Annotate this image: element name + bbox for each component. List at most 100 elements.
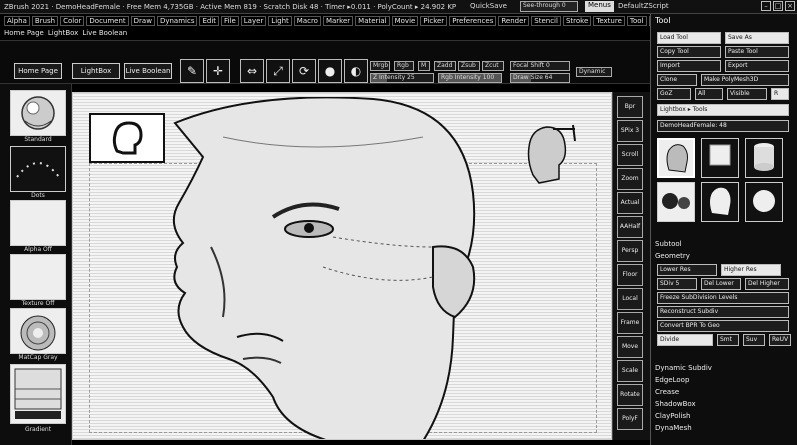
right-shelf-button[interactable]: Bpr [617, 96, 643, 118]
clone-button[interactable]: Clone [657, 74, 697, 86]
menu-item[interactable]: Marker [322, 15, 354, 26]
export-button[interactable]: Export [725, 60, 789, 72]
quicksave-button[interactable]: QuickSave [470, 2, 507, 10]
mrgb-toggle[interactable]: Mrgb [370, 61, 390, 71]
del-lower-button[interactable]: Del Lower [701, 278, 741, 290]
lightbox-button[interactable]: LightBox [72, 63, 120, 79]
current-tool-slider[interactable]: DemoHeadFemale: 48 [657, 120, 789, 132]
menu-item[interactable]: Layer [240, 15, 267, 26]
right-shelf-button[interactable]: Floor [617, 264, 643, 286]
right-shelf-button[interactable]: Rotate [617, 384, 643, 406]
menu-item[interactable]: Tool [626, 15, 647, 26]
dynamic-subdiv-header[interactable]: Dynamic Subdiv [655, 364, 712, 372]
import-button[interactable]: Import [657, 60, 721, 72]
shadowbox-header[interactable]: ShadowBox [655, 400, 696, 408]
focal-shift-slider[interactable]: Focal Shift 0 [510, 61, 570, 71]
alpha-thumbnail[interactable] [10, 200, 66, 246]
tool-thumb-polysphere[interactable] [745, 182, 783, 222]
texture-thumbnail[interactable] [10, 254, 66, 300]
menu-item[interactable]: Brush [31, 15, 59, 26]
right-shelf-button[interactable]: Persp [617, 240, 643, 262]
freeze-subdiv-button[interactable]: Freeze SubDivision Levels [657, 292, 789, 304]
tool-thumb-demohead[interactable] [657, 138, 695, 178]
higher-res-button[interactable]: Higher Res [721, 264, 781, 276]
visible-button[interactable]: Visible [727, 88, 767, 100]
zcut-toggle[interactable]: Zcut [482, 61, 504, 71]
menu-item[interactable]: File [221, 15, 239, 26]
menu-item[interactable]: Movie [391, 15, 419, 26]
menu-item[interactable]: Preferences [449, 15, 497, 26]
menu-item[interactable]: Stroke [562, 15, 592, 26]
rotate-mode-button[interactable]: ⟳ [292, 59, 316, 83]
right-shelf-button[interactable]: SPix 3 [617, 120, 643, 142]
dynamesh-header[interactable]: DynaMesh [655, 424, 692, 432]
brush-thumbnail[interactable] [10, 90, 66, 136]
divide-button[interactable]: Divide [657, 334, 713, 346]
right-shelf-button[interactable]: Local [617, 288, 643, 310]
edgeloop-header[interactable]: EdgeLoop [655, 376, 689, 384]
goz-button[interactable]: GoZ [657, 88, 691, 100]
tool-thumb-simplebrush[interactable] [701, 138, 739, 178]
live-boolean-button[interactable]: Live Boolean [124, 63, 172, 79]
menu-item[interactable]: Macro [293, 15, 321, 26]
make-polymesh-button[interactable]: Make PolyMesh3D [701, 74, 789, 86]
claypolish-header[interactable]: ClayPolish [655, 412, 691, 420]
subtool-header[interactable]: Subtool [655, 240, 682, 248]
sculpt-head-model[interactable] [133, 97, 573, 440]
zsub-toggle[interactable]: Zsub [458, 61, 480, 71]
lightbox-tools-button[interactable]: Lightbox ▸ Tools [657, 104, 789, 116]
menu-item[interactable]: Edit [199, 15, 220, 26]
dynamic-toggle[interactable]: Dynamic [576, 67, 612, 77]
crease-header[interactable]: Crease [655, 388, 679, 396]
draw-size-slider[interactable]: Draw Size 64 [510, 73, 570, 83]
right-shelf-button[interactable]: Scale [617, 360, 643, 382]
load-tool-button[interactable]: Load Tool [657, 32, 721, 44]
save-as-button[interactable]: Save As [725, 32, 789, 44]
default-zscript-button[interactable]: DefaultZScript [618, 2, 669, 10]
z-intensity-slider[interactable]: Z Intensity 25 [370, 73, 434, 83]
scale-mode-button[interactable]: ⤢ [266, 59, 290, 83]
menus-button[interactable]: Menus [585, 1, 614, 12]
tool-thumb-pm3d[interactable] [657, 182, 695, 222]
menu-item[interactable]: Dynamics [156, 15, 198, 26]
geometry-header[interactable]: Geometry [655, 252, 690, 260]
m-toggle[interactable]: M [418, 61, 430, 71]
menu-item[interactable]: Stencil [531, 15, 561, 26]
draw-mode-button[interactable]: ✛ [206, 59, 230, 83]
sdiv-slider[interactable]: SDiv 5 [657, 278, 697, 290]
home-page-button[interactable]: Home Page [14, 63, 62, 79]
stroke-button[interactable]: ◐ [344, 59, 368, 83]
reconstruct-subdiv-button[interactable]: Reconstruct Subdiv [657, 306, 789, 318]
menu-item[interactable]: Render [498, 15, 530, 26]
menu-item[interactable]: Material [355, 15, 390, 26]
menu-item[interactable]: Color [60, 15, 85, 26]
smt-button[interactable]: Smt [717, 334, 739, 346]
menu-item[interactable]: Document [86, 15, 129, 26]
right-shelf-button[interactable]: Scroll [617, 144, 643, 166]
rgb-toggle[interactable]: Rgb [394, 61, 414, 71]
del-higher-button[interactable]: Del Higher [745, 278, 789, 290]
sphere-brush-button[interactable]: ● [318, 59, 342, 83]
rgb-intensity-slider[interactable]: Rgb Intensity 100 [438, 73, 502, 83]
close-icon[interactable]: × [785, 1, 795, 11]
menu-item[interactable]: Light [268, 15, 292, 26]
menu-item[interactable]: Draw [130, 15, 155, 26]
suv-button[interactable]: Suv [743, 334, 765, 346]
submenu-item[interactable]: Home Page [4, 29, 44, 37]
tool-thumb-cylinder[interactable] [745, 138, 783, 178]
right-shelf-button[interactable]: PolyF [617, 408, 643, 430]
material-thumbnail[interactable] [10, 308, 66, 354]
right-shelf-button[interactable]: Zoom [617, 168, 643, 190]
tool-thumb-demohead2[interactable] [701, 182, 739, 222]
right-shelf-button[interactable]: AAHalf [617, 216, 643, 238]
maximize-icon[interactable]: □ [773, 1, 783, 11]
r-button[interactable]: R [771, 88, 789, 100]
move-mode-button[interactable]: ⇔ [240, 59, 264, 83]
relax-button[interactable]: ReUV [769, 334, 791, 346]
layout-dropdown[interactable]: See-through 0 [520, 1, 578, 12]
menu-item[interactable]: Picker [420, 15, 448, 26]
menu-item[interactable]: Alpha [4, 15, 30, 26]
copy-tool-button[interactable]: Copy Tool [657, 46, 721, 58]
right-shelf-button[interactable]: Move [617, 336, 643, 358]
menu-item[interactable]: Texture [593, 15, 625, 26]
